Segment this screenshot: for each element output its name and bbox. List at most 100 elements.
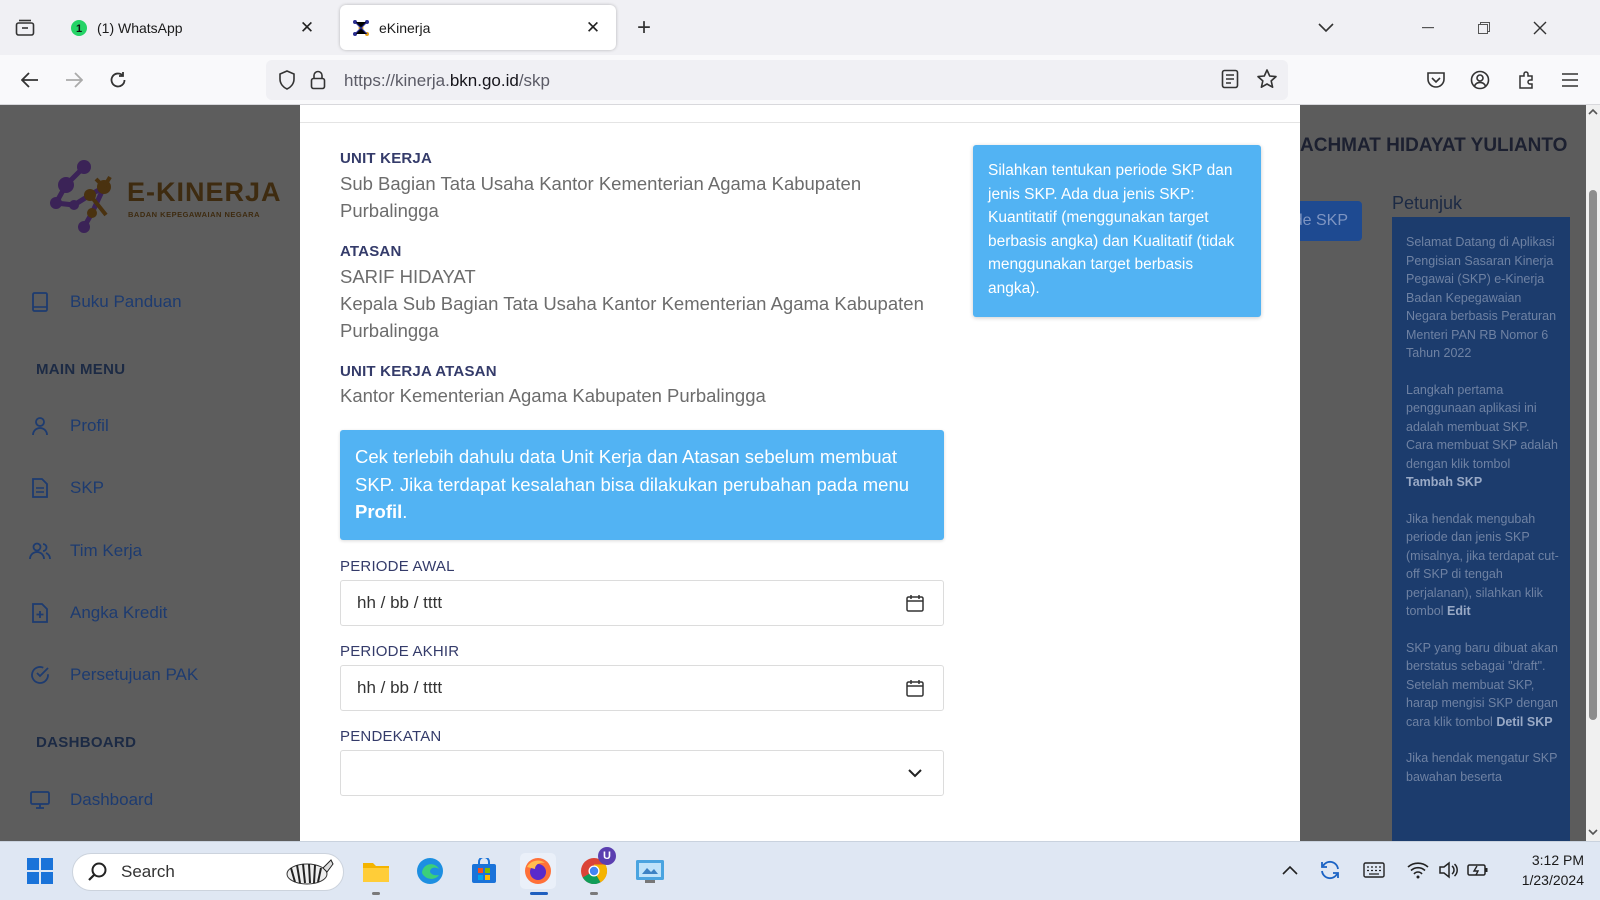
petunjuk-paragraph: SKP yang baru dibuat akan berstatus seba… <box>1406 640 1558 729</box>
chrome-profile-badge: U <box>598 847 616 865</box>
petunjuk-paragraph: Jika hendak mengubah periode dan jenis S… <box>1406 511 1559 619</box>
sidebar-item-skp[interactable]: SKP <box>28 473 104 503</box>
pocket-icon[interactable] <box>1420 64 1452 96</box>
url-text[interactable]: https://kinerja.bkn.go.id/skp <box>344 71 550 91</box>
logo-subtitle: BADAN KEPEGAWAIAN NEGARA <box>128 210 261 219</box>
main-menu-heading: MAIN MENU <box>36 361 126 378</box>
taskbar-search-box[interactable]: Search <box>72 853 344 891</box>
close-window-icon[interactable] <box>1524 12 1556 44</box>
sidebar-item-profil[interactable]: Profil <box>28 411 109 441</box>
clock-time: 3:12 PM <box>1531 852 1584 868</box>
file-explorer-icon[interactable] <box>358 853 394 895</box>
shield-icon[interactable] <box>278 70 296 95</box>
petunjuk-panel: Selamat Datang di Aplikasi Pengisian Sas… <box>1392 217 1570 841</box>
periode-awal-input[interactable]: hh / bb / tttt <box>340 580 944 626</box>
periode-tip-box: Silahkan tentukan periode SKP dan jenis … <box>973 145 1261 317</box>
sidebar-item-persetujuan-pak[interactable]: Persetujuan PAK <box>28 660 198 690</box>
logo-wordmark: E-KINERJA <box>127 177 282 207</box>
lock-icon[interactable] <box>310 70 326 95</box>
chrome-icon[interactable]: U <box>576 847 616 895</box>
volume-icon[interactable] <box>1436 858 1460 882</box>
calendar-icon[interactable] <box>903 591 927 615</box>
sidebar-item-label: Angka Kredit <box>70 603 168 622</box>
profil-link[interactable]: Profil <box>355 501 402 522</box>
restore-icon[interactable] <box>1468 12 1500 44</box>
chevron-up-icon[interactable] <box>1278 858 1302 882</box>
edge-browser-icon[interactable] <box>412 853 448 889</box>
periode-akhir-input[interactable]: hh / bb / tttt <box>340 665 944 711</box>
unit-kerja-value: Sub Bagian Tata Usaha Kantor Kementerian… <box>340 173 862 221</box>
page-scrollbar[interactable] <box>1586 105 1600 841</box>
forward-arrow-icon[interactable] <box>58 64 90 96</box>
account-icon[interactable] <box>1464 64 1496 96</box>
sidebar-item-label: Dashboard <box>70 790 154 809</box>
tab-title: (1) WhatsApp <box>97 19 183 36</box>
periode-awal-label: PERIODE AWAL <box>340 558 455 575</box>
svg-text:1: 1 <box>76 23 82 35</box>
tambah-skp-modal: UNIT KERJA Sub Bagian Tata Usaha Kantor … <box>300 105 1300 841</box>
search-icon <box>88 862 107 881</box>
scroll-up-arrow-icon[interactable] <box>1588 107 1598 117</box>
clock-date: 1/23/2024 <box>1521 872 1584 888</box>
bookmark-star-icon[interactable] <box>1256 68 1278 95</box>
modal-header-divider <box>300 122 1300 123</box>
firefox-icon[interactable] <box>520 853 556 895</box>
petunjuk-title: Petunjuk <box>1392 193 1463 213</box>
minimize-icon[interactable] <box>1412 12 1444 44</box>
unit-kerja-atasan-value: Kantor Kementerian Agama Kabupaten Purba… <box>340 385 766 406</box>
close-tab-icon[interactable]: ✕ <box>296 17 318 39</box>
document-icon <box>28 476 52 500</box>
ekinerja-logo: E-KINERJA BADAN KEPEGAWAIAN NEGARA <box>44 157 284 237</box>
menu-icon[interactable] <box>1554 64 1586 96</box>
unit-kerja-label: UNIT KERJA <box>340 150 433 167</box>
calendar-icon[interactable] <box>903 676 927 700</box>
pendekatan-label: PENDEKATAN <box>340 728 442 745</box>
sync-icon[interactable] <box>1318 858 1342 882</box>
check-data-notice: Cek terlebih dahulu data Unit Kerja dan … <box>340 430 944 540</box>
logo-molecule-icon <box>50 160 112 233</box>
windows-taskbar: Search U 3:12 PM 1/23/2024 <box>0 841 1600 900</box>
reload-icon[interactable] <box>102 64 134 96</box>
page-viewport: E-KINERJA BADAN KEPEGAWAIAN NEGARA Buku … <box>0 105 1586 841</box>
atasan-name: SARIF HIDAYAT <box>340 266 476 287</box>
book-icon <box>28 290 52 314</box>
chevron-down-icon <box>903 761 927 785</box>
periode-akhir-value: hh / bb / tttt <box>357 678 443 697</box>
battery-icon[interactable] <box>1466 858 1490 882</box>
new-tab-button[interactable]: + <box>630 14 658 42</box>
control-panel-icon[interactable] <box>632 853 668 889</box>
sidebar-item-tim-kerja[interactable]: Tim Kerja <box>28 536 142 566</box>
reader-view-icon[interactable] <box>1221 69 1239 94</box>
sidebar-item-label: Persetujuan PAK <box>70 665 199 684</box>
close-tab-icon[interactable]: ✕ <box>582 17 604 39</box>
browser-tab-strip: 1 (1) WhatsApp ✕ eKinerja ✕ + <box>0 0 1600 55</box>
back-arrow-icon[interactable] <box>14 64 46 96</box>
tab-ekinerja[interactable]: eKinerja ✕ <box>340 5 616 50</box>
scrollbar-thumb[interactable] <box>1589 190 1597 720</box>
user-name: ACHMAT HIDAYAT YULIANTO <box>1300 135 1568 156</box>
sidebar-item-buku-panduan[interactable]: Buku Panduan <box>28 287 182 317</box>
extensions-icon[interactable] <box>1510 64 1542 96</box>
sidebar-item-dashboard[interactable]: Dashboard <box>28 785 153 815</box>
taskbar-clock[interactable]: 3:12 PM 1/23/2024 <box>1494 850 1584 890</box>
microsoft-store-icon[interactable] <box>466 853 502 889</box>
sidebar-item-label: Profil <box>70 416 109 435</box>
wifi-icon[interactable] <box>1406 858 1430 882</box>
tab-whatsapp[interactable]: 1 (1) WhatsApp ✕ <box>58 5 330 50</box>
keyboard-icon[interactable] <box>1362 858 1386 882</box>
sidebar-item-angka-kredit[interactable]: Angka Kredit <box>28 598 167 628</box>
chevron-down-icon[interactable] <box>1310 12 1342 44</box>
ekinerja-favicon <box>352 19 370 37</box>
search-placeholder: Search <box>121 862 175 881</box>
petunjuk-paragraph: Langkah pertama penggunaan aplikasi ini … <box>1406 382 1558 490</box>
monitor-icon <box>28 788 52 812</box>
sidebar-item-label: Tim Kerja <box>70 541 143 560</box>
unit-kerja-atasan-label: UNIT KERJA ATASAN <box>340 363 497 380</box>
pendekatan-select[interactable] <box>340 750 944 796</box>
sidebar-item-label: Buku Panduan <box>70 292 182 311</box>
scroll-down-arrow-icon[interactable] <box>1588 827 1598 837</box>
windows-start-icon[interactable] <box>22 853 58 889</box>
petunjuk-paragraph: Selamat Datang di Aplikasi Pengisian Sas… <box>1406 235 1557 360</box>
address-bar[interactable]: https://kinerja.bkn.go.id/skp <box>266 60 1288 100</box>
tab-list-icon[interactable] <box>12 15 38 41</box>
